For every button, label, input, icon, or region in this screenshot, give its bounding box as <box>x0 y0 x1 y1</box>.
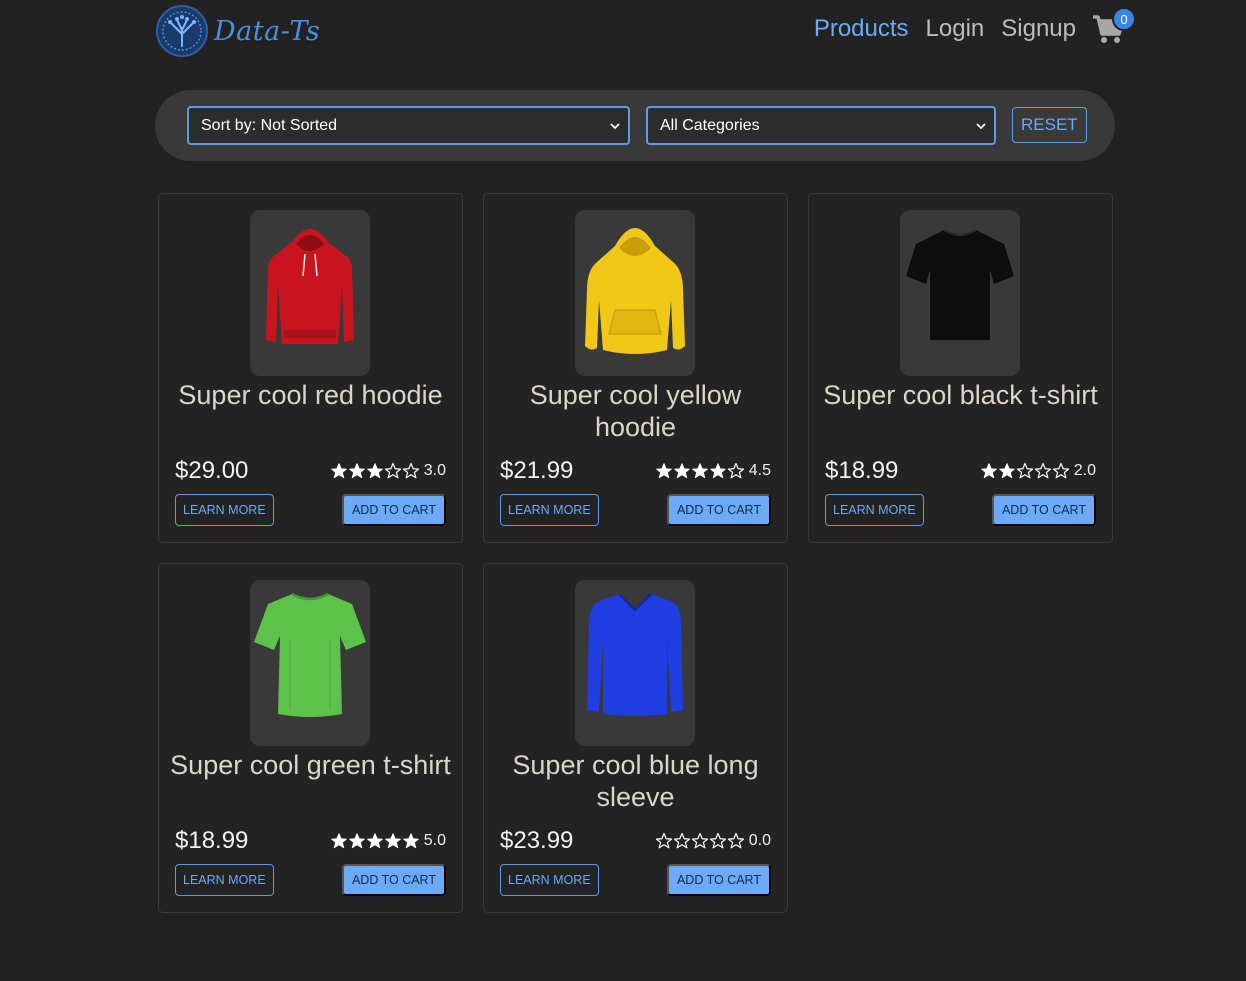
product-price: $23.99 <box>500 827 574 854</box>
rating-value: 5.0 <box>423 832 446 849</box>
star-rating: 5.0 <box>330 832 446 850</box>
product-image[interactable] <box>575 580 695 746</box>
filter-bar: Sort by: Not Sorted All Categories RESET <box>155 90 1115 161</box>
product-title: Super cool yellow hoodie <box>529 380 742 442</box>
star-icon <box>384 833 401 849</box>
product-card: Super cool blue long sleeve $23.99 0.0 L… <box>483 563 788 913</box>
star-icon <box>1034 462 1051 479</box>
star-rating: 3.0 <box>330 462 446 480</box>
product-price: $21.99 <box>500 457 574 484</box>
star-icon <box>691 832 708 849</box>
rating-value: 2.0 <box>1073 462 1096 479</box>
product-image[interactable] <box>900 210 1020 376</box>
product-title: Super cool green t-shirt <box>170 750 451 780</box>
learn-more-button[interactable]: LEARN MORE <box>825 494 924 526</box>
product-image[interactable] <box>250 580 370 746</box>
star-icon <box>655 832 672 849</box>
star-rating: 0.0 <box>655 832 771 850</box>
star-icon <box>709 832 726 849</box>
product-card: Super cool yellow hoodie $21.99 4.5 LEAR… <box>483 193 788 543</box>
chevron-down-icon <box>610 123 620 130</box>
product-price: $18.99 <box>175 827 249 854</box>
star-icon <box>1016 462 1033 479</box>
add-to-cart-button[interactable]: ADD TO CART <box>991 494 1096 526</box>
star-icon <box>673 463 690 479</box>
cart-count-badge: 0 <box>1112 7 1136 31</box>
star-icon <box>691 463 708 479</box>
reset-button[interactable]: RESET <box>1012 107 1087 143</box>
star-icon <box>673 832 690 849</box>
star-icon <box>402 462 419 479</box>
sort-select[interactable]: Sort by: Not Sorted <box>187 106 630 145</box>
learn-more-button[interactable]: LEARN MORE <box>500 864 599 896</box>
product-image[interactable] <box>575 210 695 376</box>
rating-value: 3.0 <box>423 462 446 479</box>
tree-logo-icon <box>156 5 208 57</box>
star-icon <box>980 463 997 479</box>
page: Data-Ts Products Login Signup 0 Sort by:… <box>0 0 1246 981</box>
product-price: $18.99 <box>825 457 899 484</box>
category-select[interactable]: All Categories <box>646 106 996 145</box>
category-select-value: All Categories <box>660 116 760 134</box>
red-hoodie-icon <box>266 229 354 344</box>
star-icon <box>366 833 383 849</box>
product-title: Super cool blue long sleeve <box>512 750 759 812</box>
cart-button[interactable]: 0 <box>1092 7 1136 46</box>
rating-value: 4.5 <box>748 462 771 479</box>
nav-products-link[interactable]: Products <box>814 15 909 43</box>
learn-more-button[interactable]: LEARN MORE <box>175 494 274 526</box>
logo-text: Data-Ts <box>214 15 321 47</box>
yellow-hoodie-icon <box>585 228 685 354</box>
add-to-cart-button[interactable]: ADD TO CART <box>666 494 771 526</box>
rating-value: 0.0 <box>748 832 771 849</box>
star-rating: 2.0 <box>980 462 1096 480</box>
star-icon <box>655 463 672 479</box>
brand-logo[interactable]: Data-Ts <box>155 4 320 58</box>
star-rating: 4.5 <box>655 462 771 480</box>
star-icon <box>727 832 744 849</box>
sort-select-value: Sort by: Not Sorted <box>201 116 338 134</box>
star-icon <box>366 463 383 479</box>
star-icon <box>727 462 744 479</box>
star-icon <box>402 833 419 849</box>
learn-more-button[interactable]: LEARN MORE <box>175 864 274 896</box>
star-icon <box>709 463 726 479</box>
black-tshirt-icon <box>906 229 1014 340</box>
star-icon <box>330 833 347 849</box>
product-image[interactable] <box>250 210 370 376</box>
product-title: Super cool red hoodie <box>178 380 443 410</box>
nav-login-link[interactable]: Login <box>926 15 985 43</box>
add-to-cart-button[interactable]: ADD TO CART <box>666 864 771 896</box>
blue-longsleeve-icon <box>587 593 683 716</box>
star-icon <box>330 463 347 479</box>
product-card: Super cool black t-shirt $18.99 2.0 LEAR… <box>808 193 1113 543</box>
green-tshirt-icon <box>254 592 366 717</box>
product-title: Super cool black t-shirt <box>823 380 1098 410</box>
star-icon <box>348 833 365 849</box>
product-card: Super cool green t-shirt $18.99 5.0 LEAR… <box>158 563 463 913</box>
add-to-cart-button[interactable]: ADD TO CART <box>341 864 446 896</box>
learn-more-button[interactable]: LEARN MORE <box>500 494 599 526</box>
star-icon <box>998 463 1015 479</box>
main-nav: Products Login Signup 0 <box>814 7 1136 46</box>
add-to-cart-button[interactable]: ADD TO CART <box>341 494 446 526</box>
star-icon <box>384 462 401 479</box>
product-card: Super cool red hoodie $29.00 3.0 LEARN M… <box>158 193 463 543</box>
nav-signup-link[interactable]: Signup <box>1001 15 1076 43</box>
chevron-down-icon <box>976 123 986 130</box>
product-price: $29.00 <box>175 457 249 484</box>
star-icon <box>348 463 365 479</box>
star-icon <box>1052 462 1069 479</box>
